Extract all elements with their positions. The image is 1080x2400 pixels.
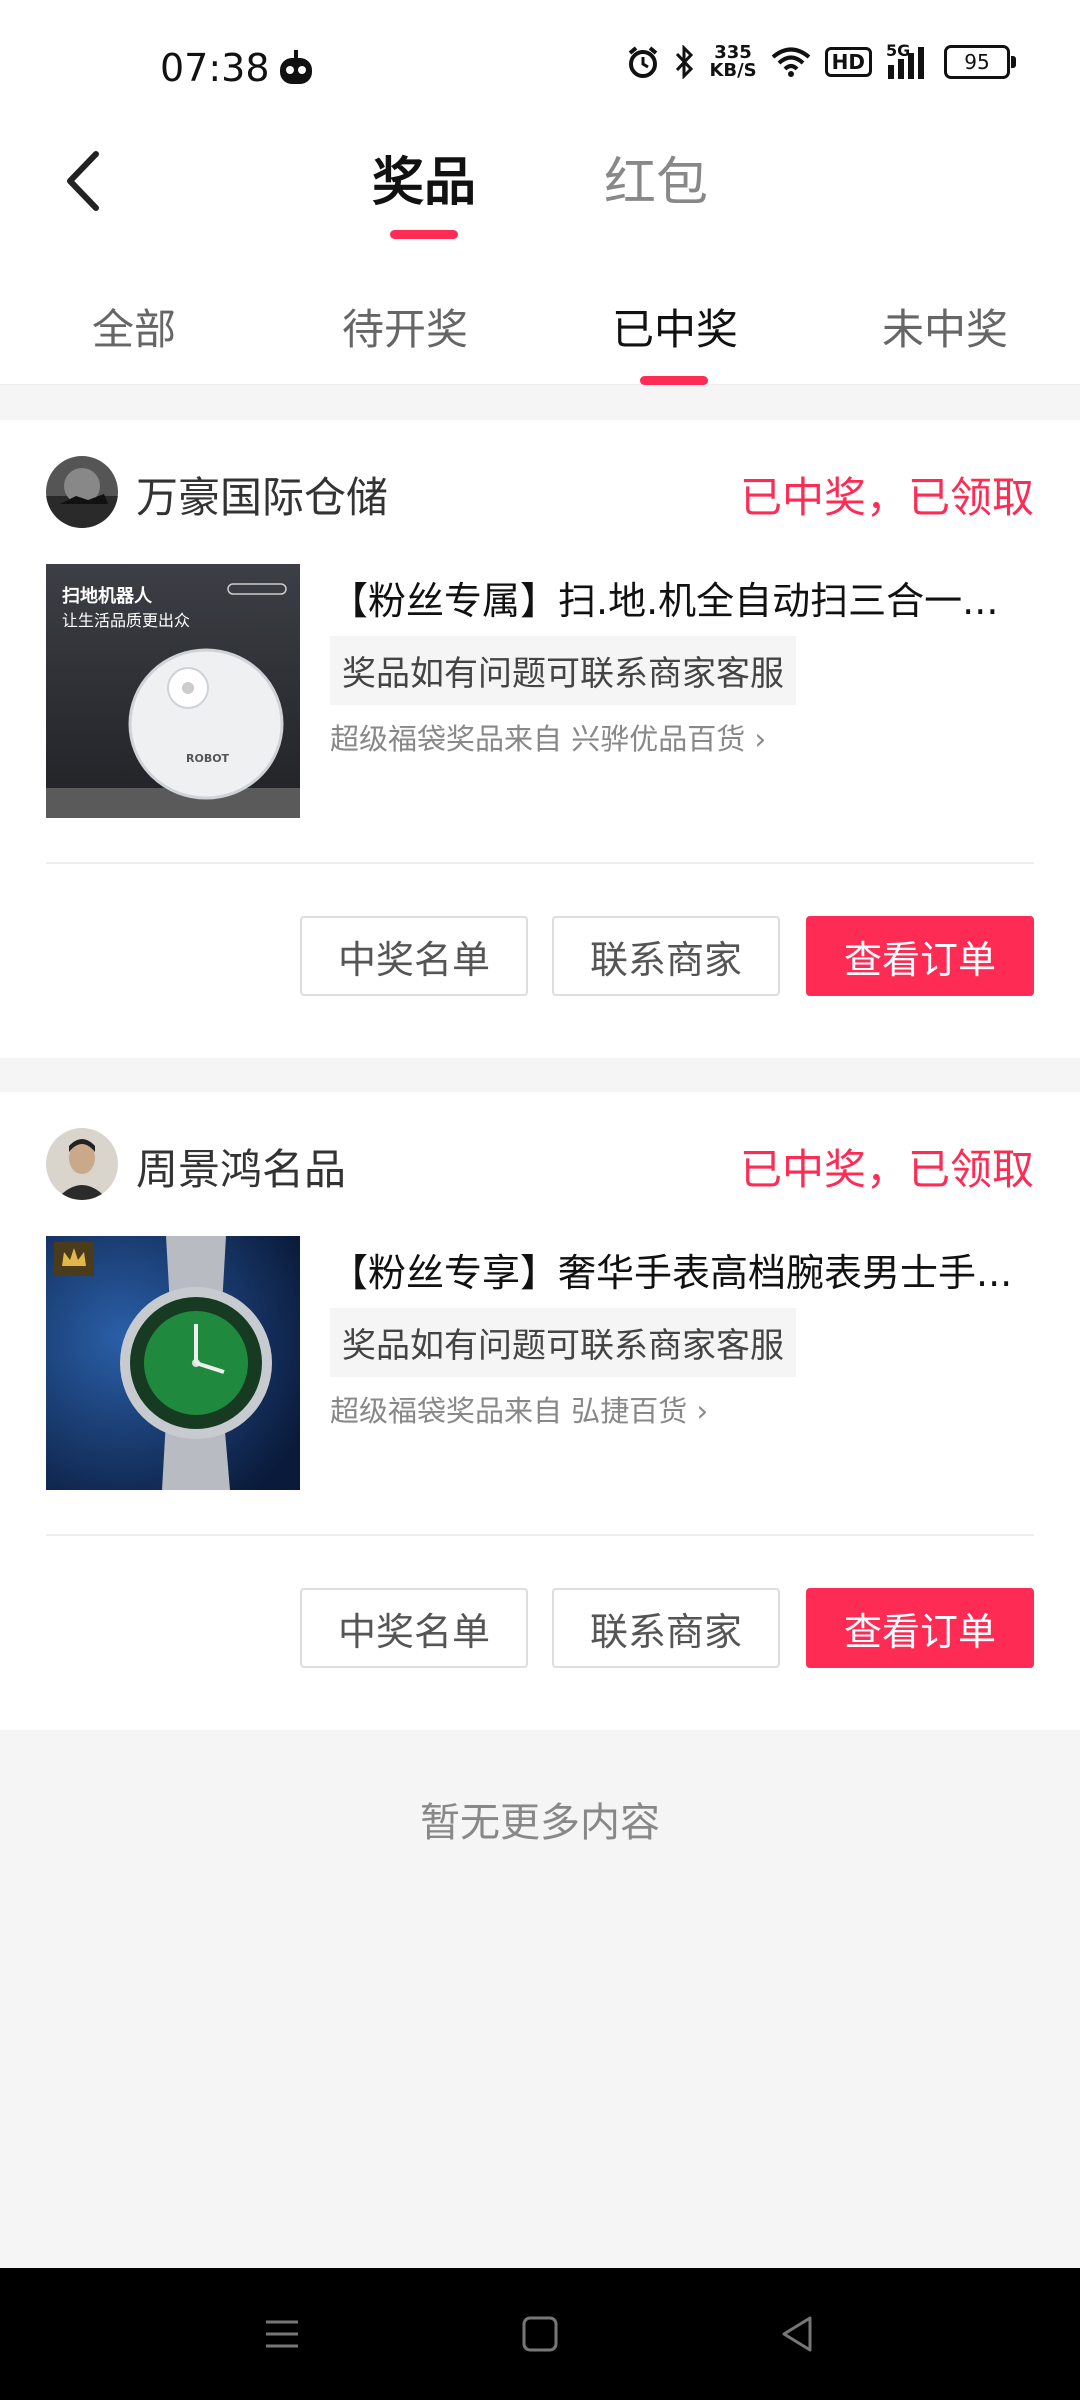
sub-tabs: 全部 待开奖 已中奖 未中奖 bbox=[0, 260, 1080, 385]
product-image[interactable] bbox=[46, 1236, 300, 1490]
status-bar: 07:38 335 KB/S HD 5G 95 bbox=[0, 0, 1080, 120]
chevron-right-icon: › bbox=[696, 1394, 709, 1428]
subtab-not-won[interactable]: 未中奖 bbox=[882, 296, 1008, 357]
back-arrow-icon[interactable] bbox=[56, 146, 116, 216]
product-image[interactable]: 扫地机器人 让生活品质更出众 ROBOT bbox=[46, 564, 300, 818]
wifi-icon bbox=[771, 47, 810, 77]
subtab-all[interactable]: 全部 bbox=[92, 296, 176, 357]
divider bbox=[46, 1534, 1034, 1536]
bluetooth-icon bbox=[676, 45, 694, 79]
view-order-button[interactable]: 查看订单 bbox=[806, 916, 1034, 996]
subtab-won[interactable]: 已中奖 bbox=[612, 296, 738, 357]
svg-text:ROBOT: ROBOT bbox=[186, 752, 230, 765]
product-title[interactable]: 【粉丝专享】奢华手表高档腕表男士手... bbox=[330, 1242, 1030, 1297]
menu-icon[interactable] bbox=[260, 2312, 304, 2356]
prize-source-link[interactable]: 超级福袋奖品来自 弘捷百货 › bbox=[330, 1388, 708, 1430]
tab-red-packets[interactable]: 红包 bbox=[604, 140, 708, 215]
view-order-button[interactable]: 查看订单 bbox=[806, 1588, 1034, 1668]
home-icon[interactable] bbox=[518, 2312, 562, 2356]
product-title[interactable]: 【粉丝专属】扫.地.机全自动扫三合一... bbox=[330, 570, 1030, 625]
chevron-right-icon: › bbox=[754, 722, 767, 756]
battery-indicator: 95 bbox=[944, 45, 1016, 79]
prize-card: 万豪国际仓储 已中奖，已领取 扫地机器人 让生活品质更出众 ROBOT 【粉丝专… bbox=[0, 420, 1080, 1058]
alarm-icon bbox=[629, 46, 658, 78]
subtab-indicator bbox=[640, 376, 708, 385]
tip-tag: 奖品如有问题可联系商家客服 bbox=[330, 636, 796, 705]
prize-card: 周景鸿名品 已中奖，已领取 【粉丝专享】奢华手表高档腕表男士手... 奖品如有问… bbox=[0, 1092, 1080, 1730]
hd-badge: HD bbox=[824, 47, 872, 77]
winners-list-button[interactable]: 中奖名单 bbox=[300, 1588, 528, 1668]
shop-name[interactable]: 万豪国际仓储 bbox=[136, 464, 388, 525]
shop-name[interactable]: 周景鸿名品 bbox=[136, 1136, 346, 1197]
prize-status: 已中奖，已领取 bbox=[739, 473, 1034, 522]
tab-prizes[interactable]: 奖品 bbox=[372, 140, 476, 215]
svg-text:扫地机器人: 扫地机器人 bbox=[62, 585, 153, 607]
header: 奖品 红包 bbox=[0, 120, 1080, 260]
contact-merchant-button[interactable]: 联系商家 bbox=[552, 916, 780, 996]
prize-source-link[interactable]: 超级福袋奖品来自 兴骅优品百货 › bbox=[330, 716, 766, 758]
avatar[interactable] bbox=[46, 456, 118, 528]
tab-indicator bbox=[390, 230, 458, 239]
divider bbox=[46, 862, 1034, 864]
tip-tag: 奖品如有问题可联系商家客服 bbox=[330, 1308, 796, 1377]
robot-notification-icon bbox=[280, 50, 312, 84]
winners-list-button[interactable]: 中奖名单 bbox=[300, 916, 528, 996]
prize-status: 已中奖，已领取 bbox=[739, 1145, 1034, 1194]
status-time: 07:38 bbox=[160, 46, 270, 90]
svg-text:让生活品质更出众: 让生活品质更出众 bbox=[62, 611, 190, 630]
net-speed: 335 KB/S bbox=[709, 42, 757, 81]
back-triangle-icon[interactable] bbox=[776, 2312, 820, 2356]
status-icons: 335 KB/S HD 5G 95 bbox=[627, 41, 1016, 81]
no-more-content: 暂无更多内容 bbox=[420, 1800, 660, 1846]
system-nav-bar bbox=[0, 2268, 1080, 2400]
signal-icon: 5G bbox=[886, 41, 930, 79]
subtab-pending[interactable]: 待开奖 bbox=[342, 296, 468, 357]
contact-merchant-button[interactable]: 联系商家 bbox=[552, 1588, 780, 1668]
avatar[interactable] bbox=[46, 1128, 118, 1200]
